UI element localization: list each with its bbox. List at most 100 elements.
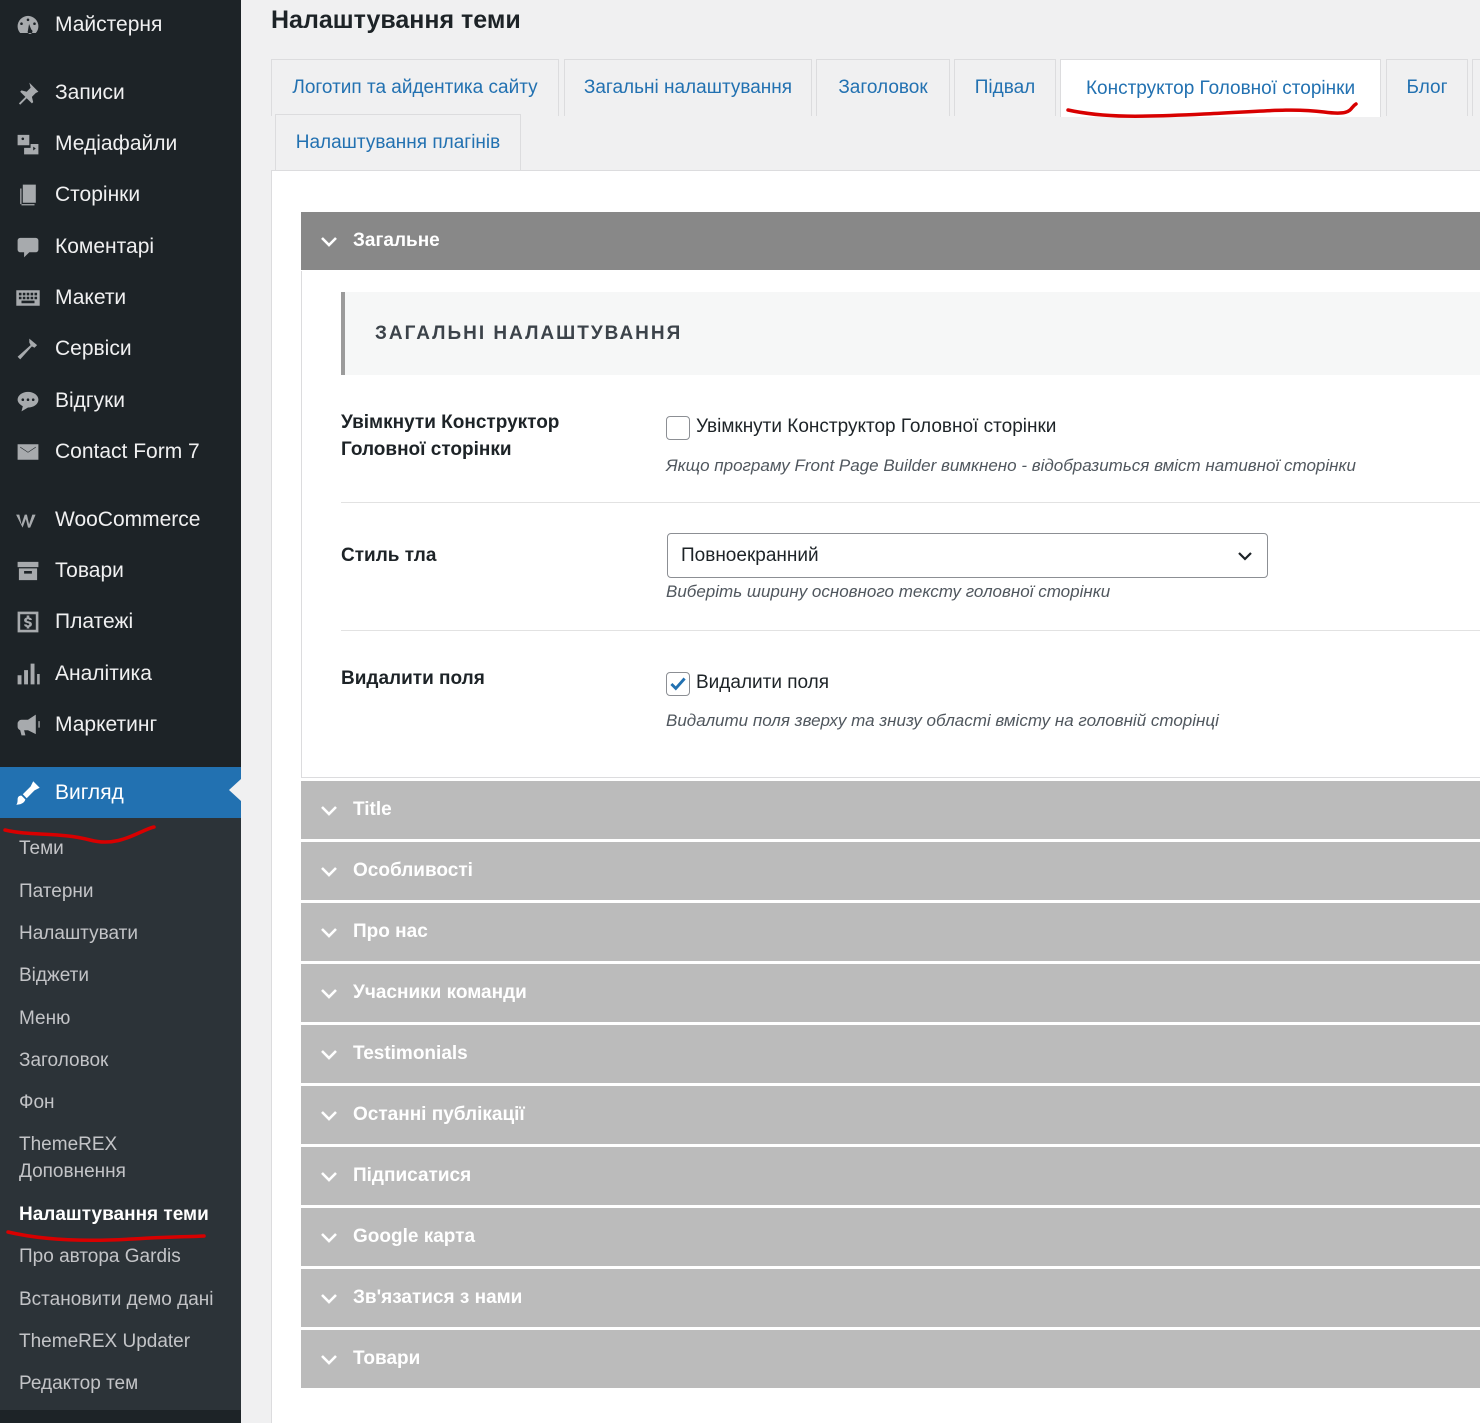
layouts-icon xyxy=(14,284,42,312)
sidebar-item-contact-form-7[interactable]: Contact Form 7 xyxy=(0,429,241,475)
accordion-title: Товари xyxy=(353,1348,421,1369)
submenu-item-themes[interactable]: Теми xyxy=(19,835,234,862)
enable-builder-description: Якщо програму Front Page Builder вимкнен… xyxy=(666,456,1356,475)
submenu-item-themerex-addons[interactable]: ThemeREX Доповнення xyxy=(19,1131,179,1185)
accordion-header-contact-us[interactable]: Зв'язатися з нами xyxy=(301,1269,1480,1327)
submenu-item-theme-editor[interactable]: Редактор тем xyxy=(19,1370,234,1397)
sidebar-item-woocommerce[interactable]: WooCommerce xyxy=(0,497,241,543)
accordion-title: Учасники команди xyxy=(353,982,527,1003)
accordion-title: Загальне xyxy=(353,230,440,251)
tab-plugin-settings[interactable]: Налаштування плагінів xyxy=(275,114,521,171)
sidebar-item-label: Макети xyxy=(55,286,127,309)
remove-margins-checkbox-label[interactable]: Видалити поля xyxy=(696,672,829,694)
sidebar-item-label: Вигляд xyxy=(55,780,124,804)
sidebar-item-label: Відгуки xyxy=(55,389,126,412)
accordion-header-subscribe[interactable]: Підписатися xyxy=(301,1147,1480,1205)
sidebar-item-label: Записи xyxy=(55,81,125,104)
sidebar-bottom xyxy=(0,1410,241,1423)
sidebar-item-posts[interactable]: Записи xyxy=(0,70,241,116)
chevron-down-icon xyxy=(319,1043,341,1065)
submenu-item-themerex-updater[interactable]: ThemeREX Updater xyxy=(19,1328,234,1355)
background-style-label: Стиль тла xyxy=(341,545,437,566)
tab-overflow[interactable] xyxy=(1472,59,1480,116)
sidebar-item-analytics[interactable]: Аналітика xyxy=(0,651,241,697)
chart-icon xyxy=(14,660,42,688)
dollar-icon xyxy=(14,608,42,636)
remove-margins-checkbox[interactable] xyxy=(666,672,690,696)
tab-header[interactable]: Заголовок xyxy=(816,59,950,116)
sidebar-item-label: Contact Form 7 xyxy=(55,440,200,463)
section-title: ЗАГАЛЬНІ НАЛАШТУВАННЯ xyxy=(375,322,683,344)
submenu-item-background[interactable]: Фон xyxy=(19,1089,234,1116)
accordion-header-title[interactable]: Title xyxy=(301,781,1480,839)
accordion-title: Зв'язатися з нами xyxy=(353,1287,523,1308)
tab-blog[interactable]: Блог xyxy=(1386,59,1468,116)
accordion-header-testimonials[interactable]: Testimonials xyxy=(301,1025,1480,1083)
sidebar-item-tools[interactable]: Сервіси xyxy=(0,326,241,372)
tab-logo-identity[interactable]: Логотип та айдентика сайту xyxy=(271,59,559,116)
accordion-title: Title xyxy=(353,799,392,820)
accordion-title: Про нас xyxy=(353,921,428,942)
mail-icon xyxy=(14,438,42,466)
accordion-header-about[interactable]: Про нас xyxy=(301,903,1480,961)
enable-builder-checkbox-label[interactable]: Увімкнути Конструктор Головної сторінки xyxy=(696,416,1056,438)
sidebar-item-dashboard[interactable]: Майстерня xyxy=(0,2,241,48)
submenu-item-customize[interactable]: Налаштувати xyxy=(19,920,234,947)
sidebar-item-appearance[interactable]: Вигляд xyxy=(0,767,241,818)
chevron-down-icon xyxy=(319,799,341,821)
submenu-item-header[interactable]: Заголовок xyxy=(19,1047,234,1074)
tab-footer[interactable]: Підвал xyxy=(954,59,1056,116)
enable-builder-checkbox[interactable] xyxy=(666,416,690,440)
sidebar-item-comments[interactable]: Коментарі xyxy=(0,224,241,270)
chevron-down-icon xyxy=(319,982,341,1004)
accordion-title: Підписатися xyxy=(353,1165,472,1186)
dashboard-icon xyxy=(14,11,42,39)
tab-front-page-builder[interactable]: Конструктор Головної сторінки xyxy=(1060,59,1381,117)
accordion-header-general[interactable]: Загальне xyxy=(301,212,1480,270)
submenu-item-theme-options[interactable]: Налаштування теми xyxy=(19,1201,234,1228)
submenu-item-menus[interactable]: Меню xyxy=(19,1005,234,1032)
comment-icon xyxy=(14,233,42,261)
submenu-item-about-author[interactable]: Про автора Gardis xyxy=(19,1243,234,1270)
accordion-header-features[interactable]: Особливості xyxy=(301,842,1480,900)
sidebar-item-label: Сервіси xyxy=(55,337,132,360)
chevron-down-icon xyxy=(319,921,341,943)
checkmark-icon xyxy=(670,677,686,691)
submenu-item-patterns[interactable]: Патерни xyxy=(19,878,234,905)
sidebar-item-label: Сторінки xyxy=(55,183,141,206)
page-title: Налаштування теми xyxy=(271,6,521,34)
admin-sidebar: Майстерня Записи Медіафайли Сторінки Ком… xyxy=(0,0,241,1423)
submenu-item-install-demo[interactable]: Встановити демо дані xyxy=(19,1286,234,1313)
chevron-down-icon xyxy=(319,1287,341,1309)
sidebar-item-products[interactable]: Товари xyxy=(0,548,241,594)
row-divider xyxy=(341,502,1480,503)
archive-icon xyxy=(14,557,42,585)
woo-icon xyxy=(14,506,42,534)
sidebar-item-marketing[interactable]: Маркетинг xyxy=(0,702,241,748)
submenu-item-widgets[interactable]: Віджети xyxy=(19,962,234,989)
background-style-select[interactable]: Повноекранний xyxy=(667,533,1268,578)
active-menu-arrow xyxy=(229,779,241,801)
accordion-title: Особливості xyxy=(353,860,473,881)
chevron-down-icon xyxy=(319,230,341,252)
accordion-title: Testimonials xyxy=(353,1043,468,1064)
chevron-down-icon xyxy=(1235,546,1255,566)
sidebar-item-pages[interactable]: Сторінки xyxy=(0,172,241,218)
accordion-header-latest-posts[interactable]: Останні публікації xyxy=(301,1086,1480,1144)
media-icon xyxy=(14,130,42,158)
sidebar-item-label: Майстерня xyxy=(55,13,163,36)
sidebar-item-media[interactable]: Медіафайли xyxy=(0,121,241,167)
section-heading-box: ЗАГАЛЬНІ НАЛАШТУВАННЯ xyxy=(341,292,1480,375)
select-value: Повноекранний xyxy=(681,544,819,566)
sidebar-item-payments[interactable]: Платежі xyxy=(0,599,241,645)
accordion-header-team[interactable]: Учасники команди xyxy=(301,964,1480,1022)
chevron-down-icon xyxy=(319,1165,341,1187)
enable-builder-label: Увімкнути Конструктор Головної сторінки xyxy=(341,412,560,460)
accordion-header-google-map[interactable]: Google карта xyxy=(301,1208,1480,1266)
accordion-header-products[interactable]: Товари xyxy=(301,1330,1480,1388)
tab-general-settings[interactable]: Загальні налаштування xyxy=(564,59,812,116)
feedback-icon xyxy=(14,387,42,415)
sidebar-item-feedback[interactable]: Відгуки xyxy=(0,378,241,424)
megaphone-icon xyxy=(14,711,42,739)
sidebar-item-layouts[interactable]: Макети xyxy=(0,275,241,321)
